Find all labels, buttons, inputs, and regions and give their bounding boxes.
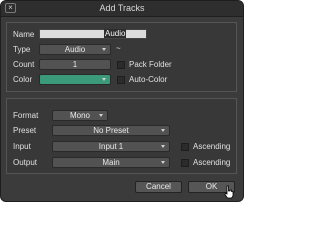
pointer-hand-icon xyxy=(224,185,234,199)
input-ascending-checkbox[interactable] xyxy=(181,143,189,151)
count-label: Count xyxy=(13,60,35,69)
type-label: Type xyxy=(13,45,31,54)
input-dropdown[interactable]: Input 1 xyxy=(52,141,170,152)
input-label: Input xyxy=(13,142,31,151)
track-settings-panel: Name Audio Type Audio ~ Count 1 Pack Fol… xyxy=(6,22,237,92)
auto-color-checkbox[interactable] xyxy=(117,76,125,84)
count-field[interactable]: 1 xyxy=(39,59,111,70)
cancel-button[interactable]: Cancel xyxy=(135,181,182,193)
add-tracks-dialog: × Add Tracks Name Audio Type Audio ~ Cou… xyxy=(1,1,243,201)
auto-color-label: Auto-Color xyxy=(129,75,168,84)
input-ascending-label: Ascending xyxy=(193,142,231,151)
color-label: Color xyxy=(13,75,33,84)
type-extra: ~ xyxy=(116,44,121,53)
pack-folder-checkbox[interactable] xyxy=(117,61,125,69)
format-dropdown[interactable]: Mono xyxy=(52,110,108,121)
color-dropdown[interactable] xyxy=(39,74,111,85)
pack-folder-label: Pack Folder xyxy=(129,60,172,69)
title-bar: × Add Tracks xyxy=(1,1,243,17)
type-dropdown[interactable]: Audio xyxy=(39,44,111,55)
dialog-title: Add Tracks xyxy=(99,3,145,13)
name-field[interactable]: Audio xyxy=(39,29,147,39)
output-dropdown[interactable]: Main xyxy=(52,157,170,168)
preset-dropdown[interactable]: No Preset xyxy=(52,125,170,136)
output-ascending-label: Ascending xyxy=(193,158,231,167)
output-ascending-checkbox[interactable] xyxy=(181,159,189,167)
output-label: Output xyxy=(13,158,38,167)
name-label: Name xyxy=(13,30,35,39)
preset-label: Preset xyxy=(13,126,37,135)
format-label: Format xyxy=(13,111,39,120)
routing-panel: Format Mono Preset No Preset Input Input… xyxy=(6,98,237,174)
name-value: Audio xyxy=(104,29,127,38)
